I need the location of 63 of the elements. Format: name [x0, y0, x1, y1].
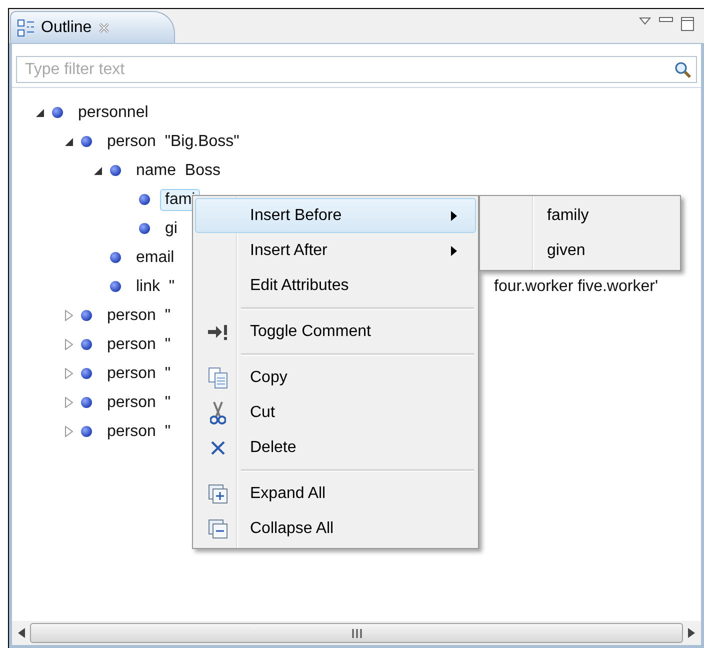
node-dot-icon [81, 310, 92, 321]
submenu-arrow-icon [451, 246, 457, 256]
maximize-icon[interactable] [681, 17, 694, 31]
tree-item[interactable]: person " [102, 334, 176, 356]
menu-item[interactable]: Insert Before [195, 198, 476, 233]
tree-item[interactable]: person " [102, 420, 176, 442]
close-icon[interactable] [98, 22, 110, 34]
menu-item[interactable]: family [482, 198, 678, 233]
tree-item-text: four.worker five.worker' [494, 278, 658, 296]
tree-item[interactable]: link " [131, 276, 180, 298]
collapsed-arrow-icon[interactable] [65, 310, 73, 321]
node-dot-icon [81, 136, 92, 147]
menu-item[interactable]: Copy [195, 360, 476, 395]
tree-item[interactable]: person " [102, 304, 176, 326]
scissors-icon [210, 400, 226, 424]
tree-item[interactable]: personnel [73, 102, 154, 124]
tree-item[interactable]: gi [160, 218, 182, 240]
outline-icon [17, 18, 35, 36]
collapse-all-icon [208, 518, 228, 538]
menu-item[interactable]: Insert After [195, 233, 476, 268]
view-menu-icon[interactable] [639, 17, 651, 25]
node-dot-icon [110, 252, 121, 263]
expand-all-icon [208, 484, 228, 504]
menu-item[interactable]: Edit Attributes [195, 268, 476, 303]
expanded-arrow-icon[interactable] [94, 166, 102, 174]
node-dot-icon [110, 165, 121, 176]
node-dot-icon [110, 281, 121, 292]
menu-item[interactable]: Cut [195, 395, 476, 430]
collapsed-arrow-icon[interactable] [65, 426, 73, 437]
outline-tab[interactable]: Outline [10, 11, 175, 43]
scroll-right-icon[interactable] [687, 628, 695, 638]
menu-item[interactable]: Collapse All [195, 511, 476, 546]
filter-box[interactable]: Type filter text [16, 56, 697, 83]
node-dot-icon [81, 397, 92, 408]
tree-item[interactable]: person " [102, 362, 176, 384]
tree-item[interactable]: email [131, 246, 180, 268]
menu-item[interactable]: Toggle Comment [195, 314, 476, 349]
node-dot-icon [81, 339, 92, 350]
scrollbar-thumb[interactable] [30, 623, 683, 643]
collapsed-arrow-icon[interactable] [65, 397, 73, 408]
node-dot-icon [52, 107, 63, 118]
collapsed-arrow-icon[interactable] [65, 368, 73, 379]
close-icon [211, 440, 225, 454]
node-dot-icon [139, 223, 150, 234]
menu-item[interactable]: given [482, 233, 678, 268]
menu-item[interactable]: Expand All [195, 476, 476, 511]
node-dot-icon [139, 194, 150, 205]
menu-item[interactable]: Delete [195, 430, 476, 465]
expanded-arrow-icon[interactable] [65, 138, 73, 146]
minimize-icon[interactable] [659, 17, 673, 23]
filter-field[interactable]: Type filter text [23, 60, 674, 80]
tree-item[interactable]: person "Big.Boss" [102, 130, 244, 152]
collapsed-arrow-icon[interactable] [65, 339, 73, 350]
node-dot-icon [81, 426, 92, 437]
tree-item[interactable]: name Boss [131, 160, 226, 182]
arrow-exclamation-icon [207, 324, 229, 340]
copy-icon [208, 366, 228, 388]
scroll-left-icon[interactable] [18, 628, 26, 638]
tree-item[interactable]: person " [102, 392, 176, 414]
expanded-arrow-icon[interactable] [36, 108, 44, 116]
submenu-arrow-icon [451, 210, 457, 220]
node-dot-icon [81, 368, 92, 379]
search-icon[interactable] [674, 60, 692, 78]
